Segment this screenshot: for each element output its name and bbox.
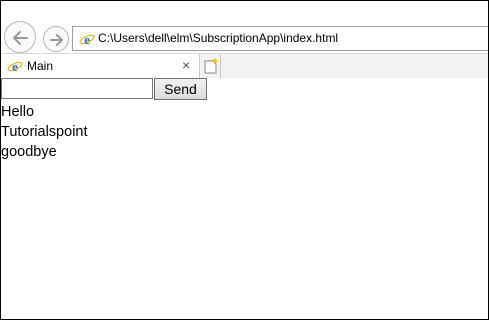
new-tab-button[interactable] <box>201 54 221 78</box>
close-tab-icon[interactable]: × <box>182 57 190 73</box>
browser-window: e C:\Users\dell\elm\SubscriptionApp\inde… <box>0 0 489 320</box>
back-arrow-icon <box>13 31 28 45</box>
message-list: Hello Tutorialspoint goodbye <box>1 102 88 162</box>
back-button[interactable] <box>4 21 36 53</box>
tab-strip: e Main × <box>1 53 488 79</box>
message-item: Hello <box>1 104 35 120</box>
message-input[interactable] <box>1 78 153 99</box>
tab-title: Main <box>27 59 54 73</box>
svg-text:e: e <box>84 32 90 47</box>
new-tab-icon <box>204 58 218 74</box>
svg-text:e: e <box>12 59 18 74</box>
page-content: Send Hello Tutorialspoint goodbye <box>1 78 488 319</box>
send-button[interactable]: Send <box>154 78 207 100</box>
message-item: goodbye <box>1 144 57 160</box>
address-bar[interactable]: e C:\Users\dell\elm\SubscriptionApp\inde… <box>72 26 488 51</box>
navigation-bar: e C:\Users\dell\elm\SubscriptionApp\inde… <box>1 1 488 53</box>
internet-explorer-icon: e <box>79 32 95 47</box>
forward-button[interactable] <box>43 26 69 52</box>
address-url: C:\Users\dell\elm\SubscriptionApp\index.… <box>98 31 339 45</box>
tab-main[interactable]: e Main × <box>1 54 200 78</box>
internet-explorer-icon: e <box>7 59 23 74</box>
forward-arrow-icon <box>50 34 63 46</box>
message-item: Tutorialspoint <box>1 124 88 140</box>
